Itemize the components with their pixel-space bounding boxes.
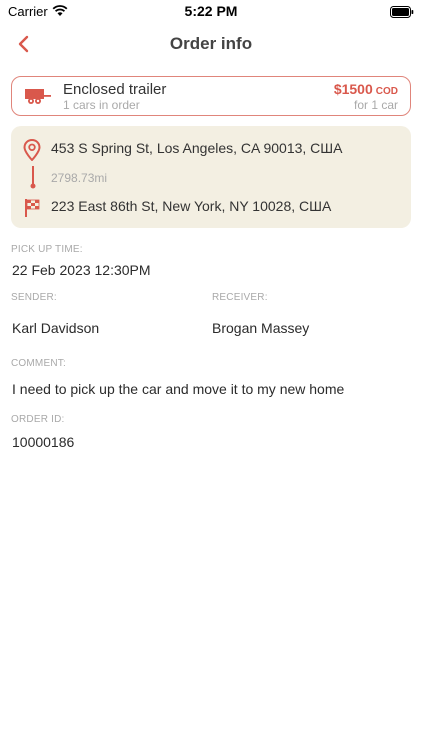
trailer-icon [22,87,52,110]
price: $1500 COD [334,81,398,97]
route-card: 453 S Spring St, Los Angeles, CA 90013, … [11,126,411,228]
receiver-value: Brogan Massey [212,320,310,336]
sender-value: Karl Davidson [12,320,100,336]
pickup-address: 453 S Spring St, Los Angeles, CA 90013, … [51,140,343,156]
page-title: Order info [169,34,253,53]
comment-value: I need to pick up the car and move it to… [12,381,345,397]
status-bar: Carrier 5:22 PM [0,0,422,22]
nav-bar: Order info [0,28,422,62]
order-id-label: ORDER ID: [11,414,65,425]
delivery-address: 223 East 86th St, New York, NY 10028, СШ… [51,198,332,214]
price-note: for 1 car [353,98,398,112]
price-type: COD [375,86,398,97]
order-id-value: 10000186 [12,434,75,450]
trailer-type: Enclosed trailer [63,81,167,98]
receiver-label: RECEIVER: [212,292,268,303]
route-line-icon [30,166,36,195]
pickup-time-label: PICK UP TIME: [11,244,83,255]
comment-label: COMMENT: [11,358,66,369]
battery-icon [390,5,414,23]
clock: 5:22 PM [184,3,238,19]
pickup-time-value: 22 Feb 2023 12:30PM [12,262,151,278]
location-pin-icon [23,138,41,166]
price-amount: $1500 [333,81,373,97]
sender-label: SENDER: [11,292,57,303]
finish-flag-icon [24,198,42,223]
route-distance: 2798.73mi [51,171,108,185]
trailer-card: Enclosed trailer 1 cars in order $1500 CO… [11,76,411,116]
cars-count: 1 cars in order [63,98,140,112]
